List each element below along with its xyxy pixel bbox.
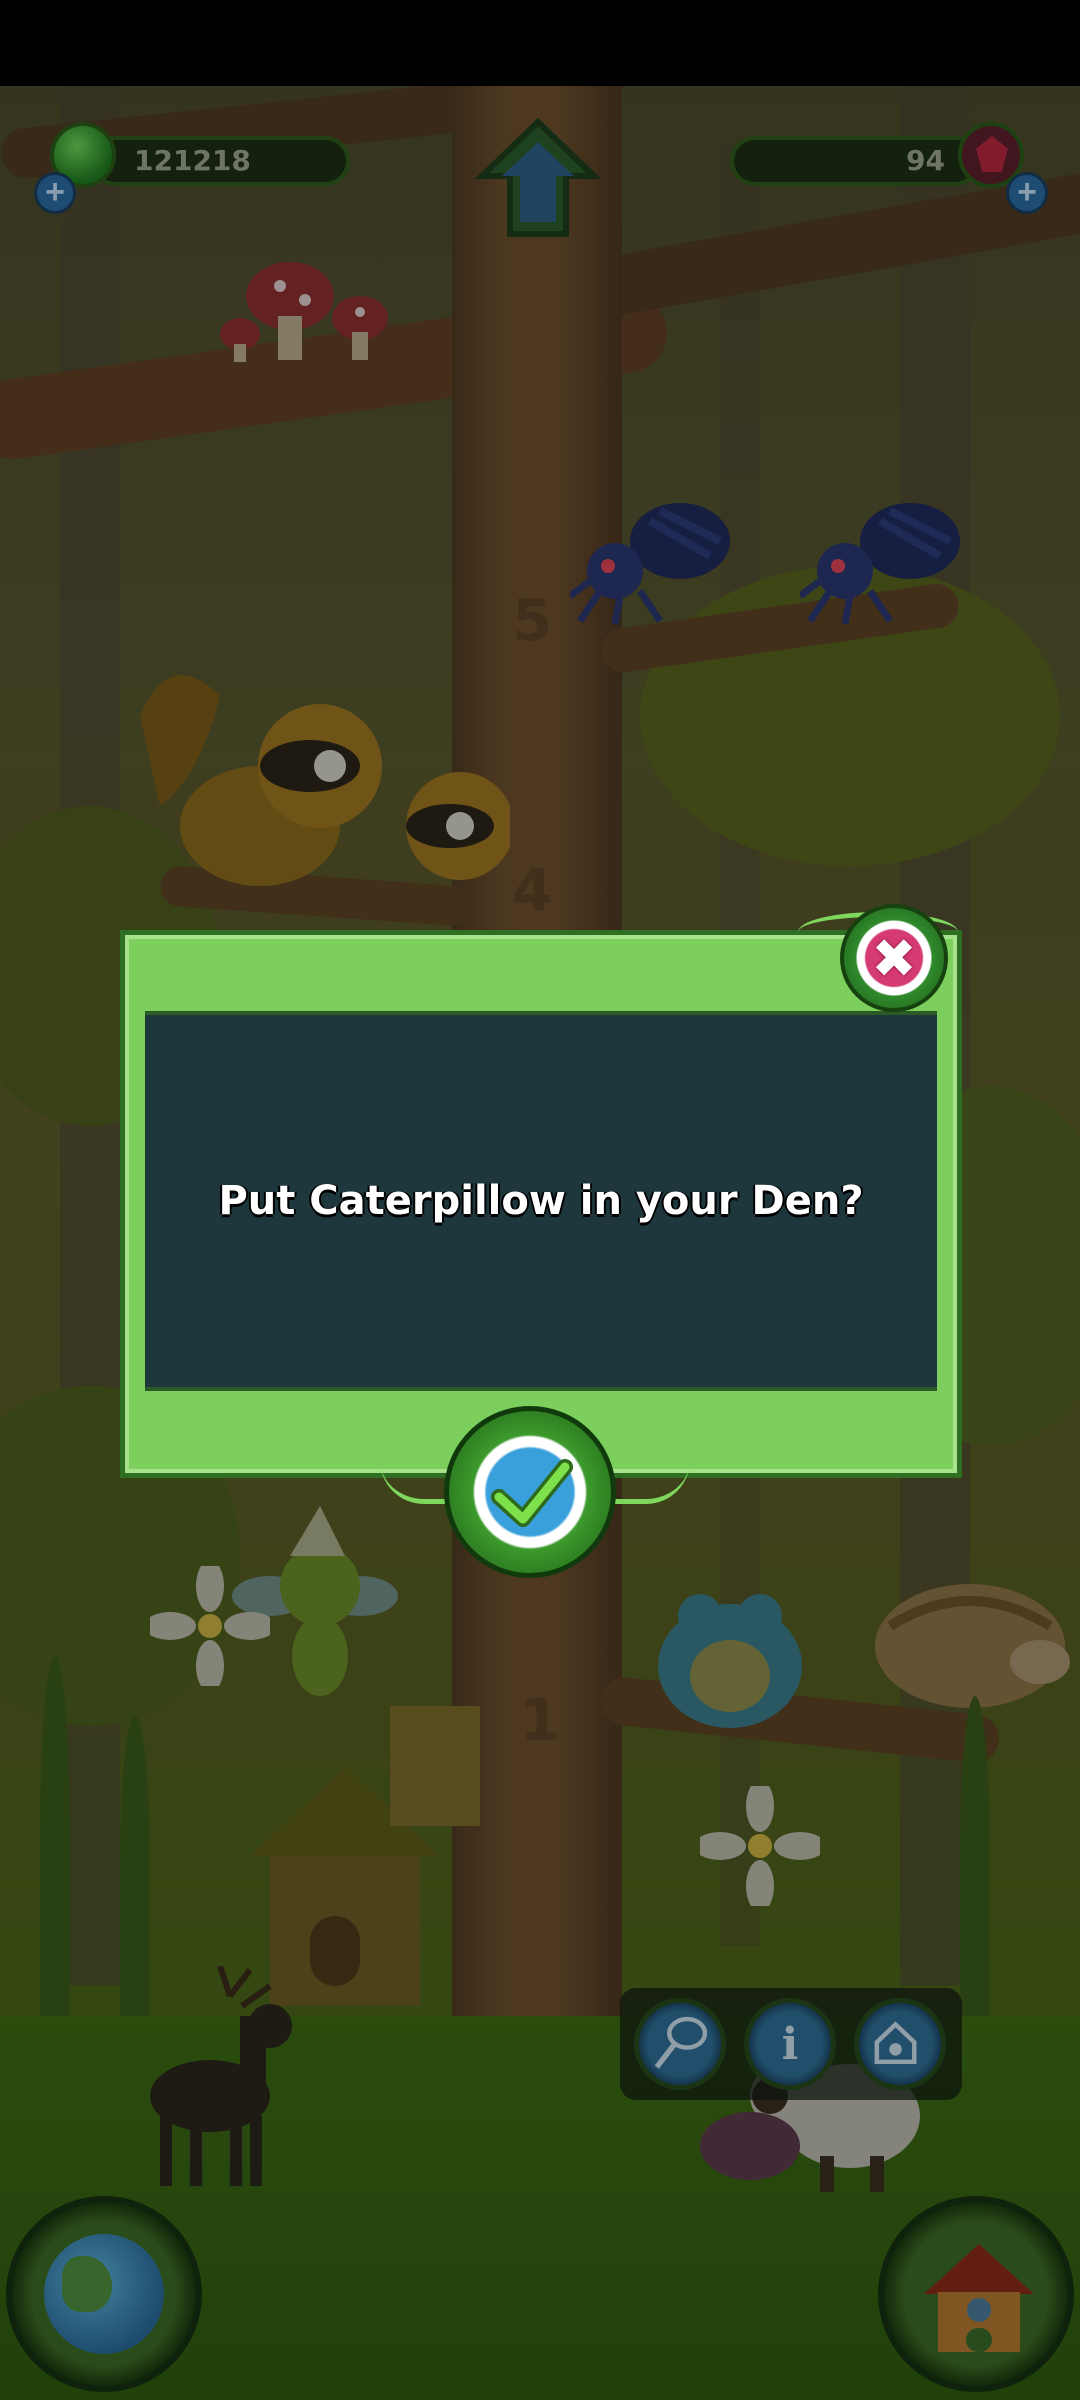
- status-bar: [0, 0, 1080, 86]
- close-button[interactable]: ✖: [840, 904, 948, 1012]
- dialog-message-panel: Put Caterpillow in your Den?: [145, 1011, 937, 1391]
- confirm-button[interactable]: [444, 1406, 616, 1578]
- checkmark-icon: [491, 1459, 573, 1527]
- close-icon: ✖: [871, 926, 917, 990]
- confirm-dialog: Put Caterpillow in your Den?: [120, 930, 962, 1478]
- dialog-message: Put Caterpillow in your Den?: [218, 1178, 864, 1224]
